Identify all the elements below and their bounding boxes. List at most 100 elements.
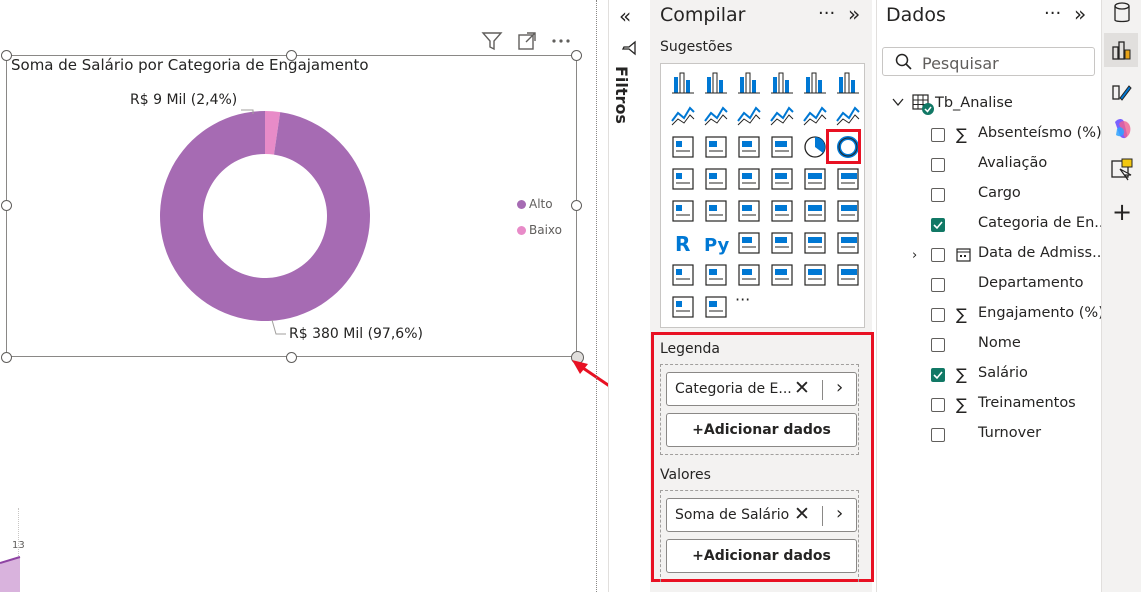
clustered-bar-chart-icon[interactable] [735, 69, 763, 97]
more-options-icon[interactable]: ··· [818, 3, 835, 24]
field-item-absente-smo[interactable]: ∑ Absenteísmo (%) [890, 125, 1102, 149]
data-pane-toggle-icon[interactable] [1113, 2, 1131, 28]
field-item-departamento[interactable]: Departamento [890, 275, 1095, 299]
power-apps-visual-icon[interactable] [669, 293, 697, 321]
resize-handle[interactable] [286, 50, 297, 61]
card-icon[interactable] [669, 197, 697, 225]
field-item-turnover[interactable]: Turnover [890, 425, 1095, 449]
format-visual-icon[interactable] [1110, 80, 1132, 106]
slicer-icon[interactable] [768, 197, 796, 225]
field-checkbox[interactable] [931, 278, 945, 292]
collapse-pane-icon[interactable]: » [1074, 2, 1086, 26]
legend-item-alto[interactable]: Alto [517, 197, 553, 211]
chevron-right-icon[interactable]: › [912, 248, 917, 263]
field-checkbox[interactable] [931, 158, 945, 172]
resize-handle[interactable] [1, 50, 12, 61]
table-visual-icon[interactable] [801, 197, 829, 225]
stacked-bar-chart-icon[interactable] [669, 69, 697, 97]
100-stacked-bar-chart-icon[interactable] [801, 69, 829, 97]
field-checkbox[interactable] [931, 248, 945, 262]
resize-handle[interactable] [286, 352, 297, 363]
shape-map-icon[interactable] [768, 165, 796, 193]
more-options-icon[interactable] [550, 30, 572, 52]
resize-handle[interactable] [1, 352, 12, 363]
field-item-engajamento[interactable]: ∑ Engajamento (%) [890, 305, 1104, 329]
remove-field-icon[interactable]: ✕ [794, 503, 810, 525]
funnel-chart-icon[interactable] [735, 133, 763, 161]
expand-field-icon[interactable]: › [836, 377, 843, 398]
partial-area-chart[interactable] [0, 555, 22, 592]
add-pane-icon[interactable]: + [1112, 198, 1132, 226]
waterfall-chart-icon[interactable] [702, 133, 730, 161]
field-item-data-de-admiss[interactable]: › Data de Admiss... [890, 245, 1106, 269]
field-item-cargo[interactable]: Cargo [890, 185, 1095, 209]
python-visual-icon[interactable]: Py [702, 229, 730, 257]
ribbon-chart-icon[interactable] [669, 133, 697, 161]
field-checkbox[interactable] [931, 398, 945, 412]
collapse-pane-icon[interactable]: » [848, 2, 860, 26]
filters-label[interactable]: Filtros [612, 66, 631, 124]
add-values-data-button[interactable]: +Adicionar dados [666, 539, 857, 573]
new-slicer-icon[interactable] [834, 261, 862, 289]
clustered-column-chart-icon[interactable] [768, 69, 796, 97]
copilot-icon[interactable] [1110, 117, 1134, 145]
donut-slice-alto[interactable] [160, 111, 370, 321]
chevron-down-icon[interactable] [891, 95, 905, 113]
field-checkbox[interactable] [931, 218, 945, 232]
r-visual-icon[interactable]: R [669, 229, 697, 257]
kpi-icon[interactable] [735, 197, 763, 225]
area-chart-icon[interactable] [702, 101, 730, 129]
field-item-nome[interactable]: Nome [890, 335, 1095, 359]
table-name[interactable]: Tb_Analise [935, 95, 1013, 111]
collapse-panes-icon[interactable]: « [619, 4, 631, 28]
gauge-icon[interactable] [834, 165, 862, 193]
key-influencers-icon[interactable] [735, 229, 763, 257]
field-item-treinamentos[interactable]: ∑ Treinamentos [890, 395, 1095, 419]
stacked-area-chart-icon[interactable] [735, 101, 763, 129]
smart-narrative-icon[interactable] [834, 229, 862, 257]
build-pane-toggle[interactable] [1104, 33, 1138, 67]
field-checkbox[interactable] [931, 338, 945, 352]
power-automate-icon[interactable] [768, 261, 796, 289]
pie-chart-icon[interactable] [801, 133, 829, 161]
line-clustered-column-chart-icon[interactable] [834, 101, 862, 129]
resize-handle[interactable] [1, 200, 12, 211]
treemap-icon[interactable] [669, 165, 697, 193]
scatter-chart-icon[interactable] [768, 133, 796, 161]
matrix-icon[interactable] [834, 197, 862, 225]
field-item-categoria-de-en[interactable]: Categoria de En... [890, 215, 1108, 239]
field-checkbox[interactable] [931, 308, 945, 322]
resize-handle[interactable] [571, 50, 582, 61]
field-checkbox[interactable] [931, 368, 945, 382]
values-field-pill[interactable]: Soma de Salário ✕ › [666, 498, 857, 532]
expand-field-icon[interactable]: › [836, 503, 843, 524]
goals-icon[interactable] [669, 261, 697, 289]
more-visuals-icon[interactable]: ··· [735, 290, 750, 309]
drill-through-icon[interactable] [1110, 158, 1134, 186]
field-checkbox[interactable] [931, 188, 945, 202]
legend-field-pill[interactable]: Categoria de E... ✕ › [666, 372, 857, 406]
more-options-icon[interactable]: ··· [1044, 3, 1061, 24]
filter-icon[interactable] [481, 30, 503, 52]
field-checkbox[interactable] [931, 428, 945, 442]
qa-icon[interactable] [801, 229, 829, 257]
line-stacked-column-chart-icon[interactable] [801, 101, 829, 129]
field-item-avalia-o[interactable]: Avaliação [890, 155, 1095, 179]
100-stacked-column-chart-icon[interactable] [834, 69, 862, 97]
azure-map-icon[interactable] [801, 165, 829, 193]
arcgis-icon[interactable] [702, 293, 730, 321]
filled-map-icon[interactable] [735, 165, 763, 193]
field-item-sal-rio[interactable]: ∑ Salário [890, 365, 1095, 389]
stacked-column-chart-icon[interactable] [702, 69, 730, 97]
remove-field-icon[interactable]: ✕ [794, 377, 810, 399]
legend-item-baixo[interactable]: Baixo [517, 223, 562, 237]
paginated-report-icon[interactable] [702, 261, 730, 289]
resize-handle[interactable] [571, 200, 582, 211]
focus-mode-icon[interactable] [516, 30, 538, 52]
line-chart-icon[interactable] [669, 101, 697, 129]
new-card-icon[interactable] [801, 261, 829, 289]
multi-row-card-icon[interactable] [702, 197, 730, 225]
power-apps-icon[interactable] [735, 261, 763, 289]
map-icon[interactable] [702, 165, 730, 193]
field-checkbox[interactable] [931, 128, 945, 142]
